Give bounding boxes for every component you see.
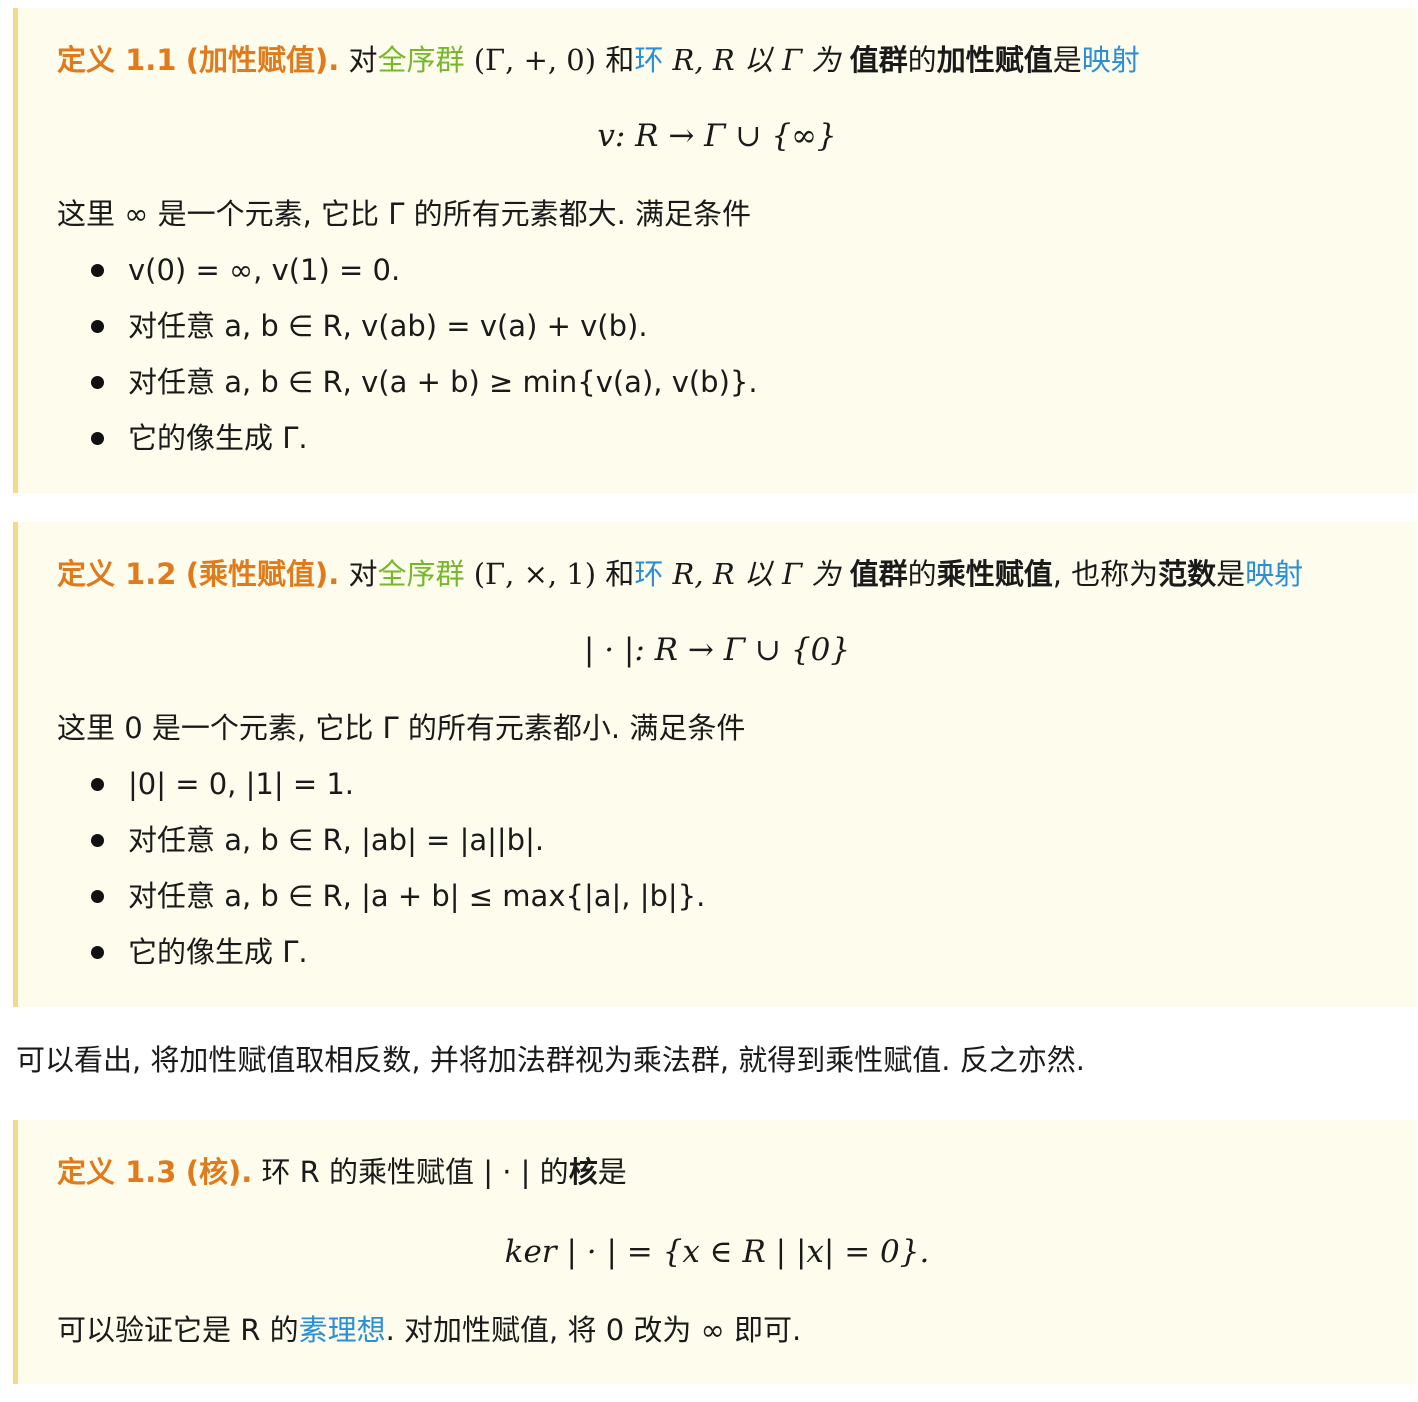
condition-item: 对任意 a, b ∈ R, |ab| = |a||b|. <box>128 823 545 857</box>
definition-statement: 定义 1.1 (加性赋值). 对全序群 (Γ, +, 0) 和环 R, R 以 … <box>57 40 1140 80</box>
bullet <box>91 834 104 847</box>
link-ring[interactable]: 环 <box>634 557 663 591</box>
text: 是 <box>1216 557 1246 591</box>
link-prime-ideal[interactable]: 素理想 <box>299 1313 386 1347</box>
text: 是 <box>1052 43 1082 77</box>
text: 对 <box>348 43 378 77</box>
condition-item: v(0) = ∞, v(1) = 0. <box>128 253 401 287</box>
text: R, R 以 Γ 为 <box>672 43 841 77</box>
condition-item: 对任意 a, b ∈ R, |a + b| ≤ max{|a|, |b|}. <box>128 879 706 913</box>
condition-item: 对任意 a, b ∈ R, v(a + b) ≥ min{v(a), v(b)}… <box>128 365 758 399</box>
paragraph-text: 可以看出, 将加性赋值取相反数, 并将加法群视为乘法群, 就得到乘性赋值. 反之… <box>16 1043 1085 1077</box>
definition-box-1-3: 定义 1.3 (核). 环 R 的乘性赋值 | · | 的核是 ker | · … <box>13 1120 1416 1384</box>
link-map[interactable]: 映射 <box>1082 43 1140 77</box>
math-group: (Γ, +, 0) <box>473 43 597 77</box>
link-ring[interactable]: 环 <box>634 43 663 77</box>
definition-title: (乘性赋值). <box>185 557 340 591</box>
bullet <box>91 778 104 791</box>
definition-label: 定义 1.1 <box>57 43 177 77</box>
text: 可以验证它是 R 的 <box>57 1313 299 1347</box>
text: R, R 以 Γ 为 <box>672 557 841 591</box>
bold-value-group: 值群 <box>849 43 908 77</box>
definition-title: (加性赋值). <box>185 43 340 77</box>
text: 的 <box>907 557 937 591</box>
bullet <box>91 890 104 903</box>
link-ordered-group[interactable]: 全序群 <box>377 43 464 77</box>
condition-item: |0| = 0, |1| = 1. <box>128 767 355 801</box>
definition-box-1-1: 定义 1.1 (加性赋值). 对全序群 (Γ, +, 0) 和环 R, R 以 … <box>13 8 1416 493</box>
remark: 这里 ∞ 是一个元素, 它比 Γ 的所有元素都大. 满足条件 <box>57 197 752 231</box>
text: . 对加性赋值, 将 0 改为 ∞ 即可. <box>385 1313 802 1347</box>
math-group: (Γ, ×, 1) <box>473 557 597 591</box>
text: , 也称为 <box>1052 557 1159 591</box>
definition-statement: 定义 1.2 (乘性赋值). 对全序群 (Γ, ×, 1) 和环 R, R 以 … <box>57 554 1303 594</box>
condition-item: 它的像生成 Γ. <box>128 421 308 455</box>
bold-term: 加性赋值 <box>936 43 1053 77</box>
bullet <box>91 946 104 959</box>
remark: 可以验证它是 R 的素理想. 对加性赋值, 将 0 改为 ∞ 即可. <box>57 1310 801 1350</box>
bold-value-group: 值群 <box>849 557 908 591</box>
definition-label: 定义 1.2 <box>57 557 177 591</box>
display-formula: | · |: R → Γ ∪ {0} <box>583 632 851 668</box>
condition-item: 对任意 a, b ∈ R, v(ab) = v(a) + v(b). <box>128 309 648 343</box>
link-map[interactable]: 映射 <box>1245 557 1303 591</box>
definition-statement: 定义 1.3 (核). 环 R 的乘性赋值 | · | 的核是 <box>57 1152 627 1192</box>
bullet <box>91 432 104 445</box>
condition-item: 它的像生成 Γ. <box>128 935 308 969</box>
display-formula: ker | · | = {x ∈ R | |x| = 0}. <box>504 1234 930 1270</box>
bold-term: 核 <box>568 1155 598 1189</box>
text: 对 <box>348 557 378 591</box>
bold-term: 乘性赋值 <box>936 557 1053 591</box>
display-formula: v: R → Γ ∪ {∞} <box>597 118 837 154</box>
text: 和 <box>605 43 635 77</box>
definition-box-1-2: 定义 1.2 (乘性赋值). 对全序群 (Γ, ×, 1) 和环 R, R 以 … <box>13 522 1416 1007</box>
bold-norm: 范数 <box>1158 557 1217 591</box>
bullet <box>91 320 104 333</box>
remark: 这里 0 是一个元素, 它比 Γ 的所有元素都小. 满足条件 <box>57 711 746 745</box>
text: 的 <box>907 43 937 77</box>
text: 是 <box>597 1155 627 1189</box>
bullet <box>91 376 104 389</box>
definition-title: (核). <box>185 1155 253 1189</box>
bullet <box>91 264 104 277</box>
definition-label: 定义 1.3 <box>57 1155 177 1189</box>
text: 和 <box>605 557 635 591</box>
link-ordered-group[interactable]: 全序群 <box>377 557 464 591</box>
text: 环 R 的乘性赋值 | · | 的 <box>261 1155 569 1189</box>
